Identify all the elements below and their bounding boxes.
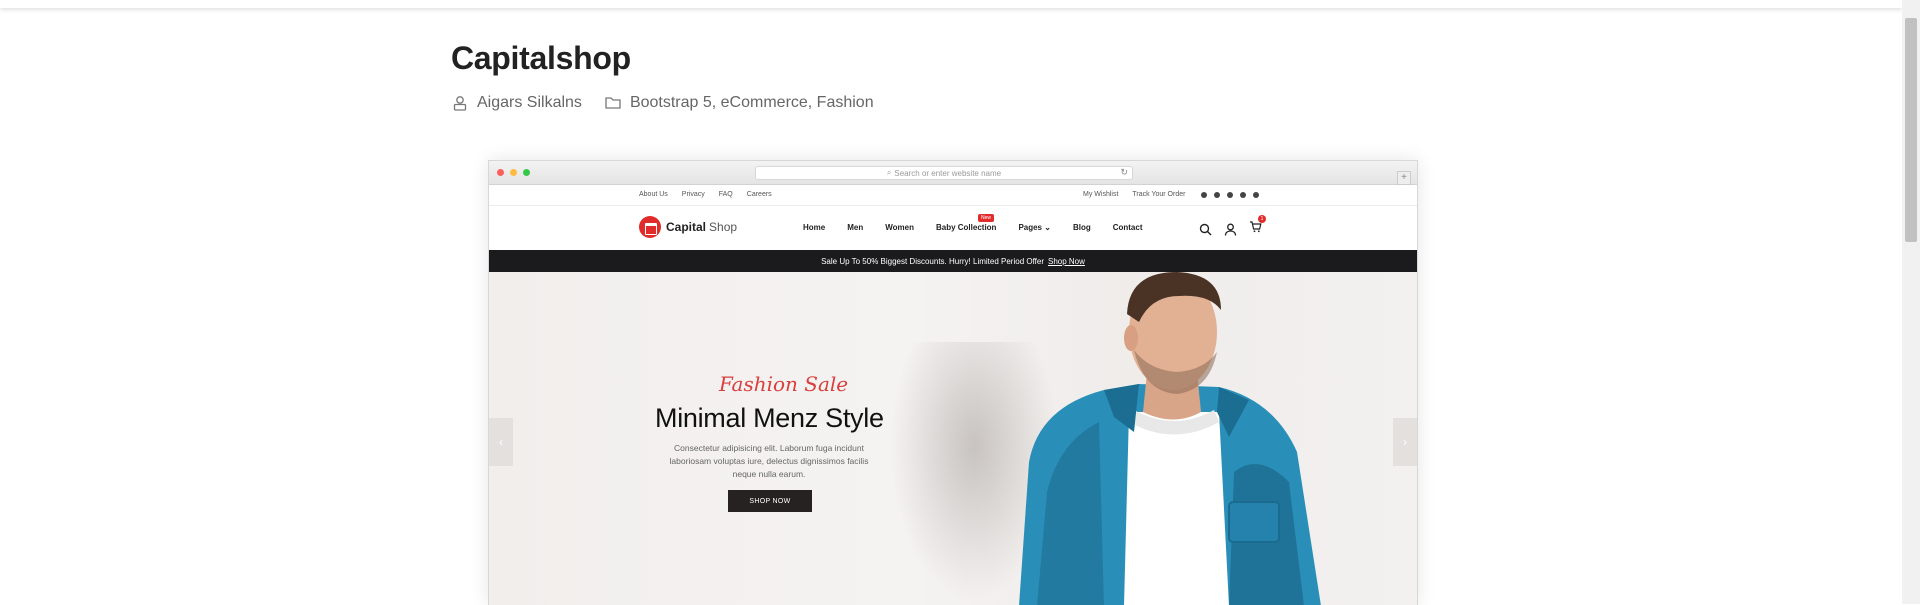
- new-tab-button[interactable]: +: [1397, 171, 1411, 185]
- browser-chrome: ⌕ Search or enter website name ↻ +: [489, 161, 1417, 185]
- utility-bar: About Us Privacy FAQ Careers My Wishlist…: [489, 185, 1417, 205]
- util-link-track-order[interactable]: Track Your Order: [1132, 191, 1185, 198]
- address-placeholder: Search or enter website name: [894, 168, 1002, 178]
- folder-icon: [605, 97, 621, 109]
- menu-item-blog[interactable]: Blog: [1073, 223, 1091, 232]
- menu-item-pages[interactable]: Pages ⌄: [1018, 223, 1051, 232]
- minimize-dot-icon: [510, 169, 517, 176]
- account-icon[interactable]: [1224, 223, 1237, 236]
- post-author[interactable]: Aigars Silkalns: [451, 94, 582, 112]
- post-meta: Aigars Silkalns Bootstrap 5, eCommerce, …: [451, 94, 896, 112]
- util-link-privacy[interactable]: Privacy: [682, 191, 705, 198]
- hero-description: Consectetur adipisicing elit. Laborum fu…: [669, 443, 869, 479]
- cart-button[interactable]: 1: [1249, 215, 1266, 238]
- util-link-faq[interactable]: FAQ: [719, 191, 733, 198]
- twitter-icon[interactable]: [1227, 191, 1234, 198]
- instagram-icon[interactable]: [1214, 191, 1221, 198]
- menu-item-home[interactable]: Home: [803, 223, 825, 232]
- promo-text: Sale Up To 50% Biggest Discounts. Hurry!…: [821, 256, 1044, 266]
- nav-icons: 1: [1199, 215, 1266, 238]
- page-scrollbar[interactable]: [1902, 0, 1920, 604]
- shop-now-button[interactable]: SHOP NOW: [728, 490, 812, 512]
- menu-item-women[interactable]: Women: [885, 223, 914, 232]
- logo-light: Shop: [709, 220, 738, 234]
- scrollbar-thumb[interactable]: [1905, 18, 1917, 242]
- refresh-icon[interactable]: ↻: [1120, 167, 1128, 178]
- cart-count-badge: 1: [1258, 215, 1266, 223]
- hero-tagline: Fashion Sale: [719, 372, 849, 396]
- linkedin-icon[interactable]: [1240, 191, 1247, 198]
- hero-model-image: [1019, 272, 1321, 605]
- search-icon: ⌕: [886, 168, 892, 177]
- social-icons: [1201, 191, 1260, 198]
- author-name[interactable]: Aigars Silkalns: [477, 94, 582, 112]
- slider-next-button[interactable]: ›: [1393, 418, 1417, 466]
- menu-item-men[interactable]: Men: [847, 223, 863, 232]
- search-icon[interactable]: [1199, 223, 1212, 236]
- close-dot-icon: [497, 169, 504, 176]
- util-link-careers[interactable]: Careers: [747, 191, 772, 198]
- chevron-left-icon: ‹: [499, 435, 503, 449]
- menu-item-contact[interactable]: Contact: [1113, 223, 1143, 232]
- site-navbar: Capital Shop Home Men Women Baby Collect…: [489, 206, 1417, 250]
- address-bar[interactable]: ⌕ Search or enter website name ↻: [755, 166, 1133, 180]
- hero-headline: Minimal Menz Style: [655, 403, 884, 433]
- util-link-wishlist[interactable]: My Wishlist: [1083, 191, 1118, 198]
- slider-prev-button[interactable]: ‹: [489, 418, 513, 466]
- site-logo[interactable]: Capital Shop: [639, 216, 737, 238]
- top-bar: [0, 0, 1902, 8]
- main-menu: Home Men Women Baby Collection New Pages…: [803, 214, 1165, 232]
- maximize-dot-icon: [523, 169, 530, 176]
- logo-bold: Capital: [666, 220, 707, 234]
- chevron-right-icon: ›: [1403, 435, 1407, 449]
- menu-item-label: Baby Collection: [935, 223, 997, 232]
- page-title: Capitalshop: [451, 40, 631, 76]
- shop-logo-icon: [639, 216, 661, 238]
- promo-banner: Sale Up To 50% Biggest Discounts. Hurry!…: [489, 250, 1417, 272]
- hero-slider: Fashion Sale Minimal Menz Style Consecte…: [489, 272, 1417, 605]
- category-list[interactable]: Bootstrap 5, eCommerce, Fashion: [630, 94, 874, 112]
- new-badge: New: [977, 214, 994, 222]
- facebook-icon[interactable]: [1201, 191, 1208, 198]
- browser-mockup: ⌕ Search or enter website name ↻ + About…: [488, 160, 1418, 605]
- post-categories[interactable]: Bootstrap 5, eCommerce, Fashion: [604, 94, 874, 112]
- util-link-about[interactable]: About Us: [639, 191, 668, 198]
- promo-shop-link[interactable]: Shop Now: [1048, 257, 1085, 266]
- user-icon: [453, 96, 467, 111]
- menu-item-baby-collection[interactable]: Baby Collection New: [935, 214, 997, 232]
- youtube-icon[interactable]: [1253, 191, 1260, 198]
